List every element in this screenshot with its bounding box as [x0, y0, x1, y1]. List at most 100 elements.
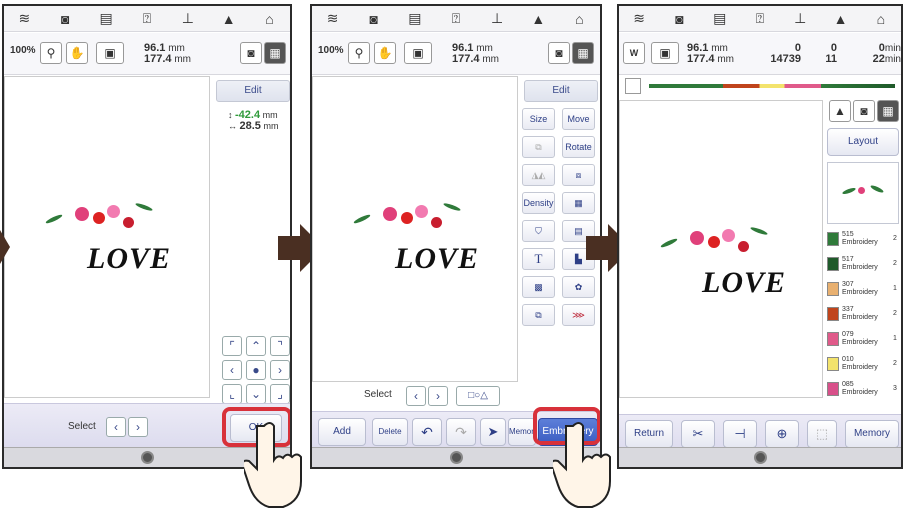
delete-button[interactable]: Delete	[372, 418, 408, 446]
thread-spool-icon[interactable]: ⊥	[178, 10, 198, 27]
undo-icon[interactable]: ↶	[412, 418, 442, 446]
thread-list-item[interactable]: 515 Embroidery 2	[827, 230, 897, 250]
thread-list-item[interactable]: 307 Embroidery 1	[827, 280, 897, 300]
document-icon[interactable]: ▤	[405, 10, 425, 27]
embroidery-canvas[interactable]: LOVE	[312, 76, 518, 382]
thread-label: 517 Embroidery	[842, 256, 878, 272]
lock-icon[interactable]: ▲	[831, 11, 851, 27]
pointer-icon[interactable]: ➤	[480, 418, 506, 446]
wireless-transfer-icon[interactable]: W	[623, 42, 645, 64]
size-button[interactable]: Size	[522, 108, 555, 130]
start-stop-icon	[141, 451, 154, 464]
trial-icon[interactable]: ⬚	[807, 420, 837, 448]
thread-code: 010	[842, 356, 854, 363]
select-prev-button[interactable]: ‹	[406, 386, 426, 406]
move-down-button[interactable]: ⌄	[246, 384, 266, 404]
thread-list-item[interactable]: 079 Embroidery 1	[827, 330, 897, 350]
hoop-icon[interactable]: ▣	[651, 42, 679, 64]
wifi-icon[interactable]: ≋	[629, 10, 649, 27]
document-icon[interactable]: ▤	[710, 10, 730, 27]
layout-button[interactable]: Layout	[827, 128, 899, 156]
wifi-icon[interactable]: ≋	[14, 10, 34, 27]
lock-icon[interactable]: ▲	[528, 11, 548, 27]
thread-cut-icon[interactable]	[625, 78, 641, 94]
move-center-button[interactable]: ●	[246, 360, 266, 380]
lock-icon[interactable]: ▲	[219, 11, 239, 27]
scan-icon[interactable]: ▦	[572, 42, 594, 64]
scissors-icon[interactable]: ✂	[681, 420, 715, 448]
home-icon[interactable]: ⌂	[569, 11, 589, 27]
magnifier-icon[interactable]: ⚲	[348, 42, 370, 64]
mirror-icon[interactable]: ◮◭	[522, 164, 555, 186]
array-icon[interactable]: ▦	[562, 192, 595, 214]
move-button[interactable]: Move	[562, 108, 595, 130]
select-next-button[interactable]: ›	[128, 417, 148, 437]
footer-bar	[619, 447, 901, 467]
home-icon[interactable]: ⌂	[259, 11, 279, 27]
move-up-left-button[interactable]: ⌜	[222, 336, 242, 356]
embroidery-canvas[interactable]: LOVE	[4, 76, 210, 398]
zoom-level[interactable]: 100%	[318, 45, 344, 56]
scan-icon[interactable]: ▦	[264, 42, 286, 64]
camera-icon[interactable]: ◙	[364, 11, 384, 27]
home-icon[interactable]: ⌂	[871, 11, 891, 27]
thread-list-item[interactable]: 517 Embroidery 2	[827, 255, 897, 275]
move-down-left-button[interactable]: ⌞	[222, 384, 242, 404]
move-right-button[interactable]: ›	[270, 360, 290, 380]
zoom-level[interactable]: 100%	[10, 45, 36, 56]
help-icon[interactable]: ⍰	[137, 10, 157, 27]
camera-icon[interactable]: ◙	[548, 42, 570, 64]
document-icon[interactable]: ▤	[96, 10, 116, 27]
tension-icon[interactable]: ⊣	[723, 420, 757, 448]
group-icon[interactable]: ⧉	[522, 136, 555, 158]
help-icon[interactable]: ⍰	[446, 10, 466, 27]
memory-button[interactable]: Memory	[508, 418, 536, 446]
hand-pan-icon[interactable]: ✋	[374, 42, 396, 64]
move-left-button[interactable]: ‹	[222, 360, 242, 380]
magnifier-icon[interactable]: ⚲	[40, 42, 62, 64]
applique-icon[interactable]: ⛉	[522, 220, 555, 242]
wifi-icon[interactable]: ≋	[323, 10, 343, 27]
move-down-right-button[interactable]: ⌟	[270, 384, 290, 404]
border-icon[interactable]: ⧈	[562, 164, 595, 186]
camera-icon[interactable]: ◙	[240, 42, 262, 64]
thread-spool-icon[interactable]: ⊥	[790, 10, 810, 27]
camera-icon[interactable]: ◙	[669, 11, 689, 27]
add-button[interactable]: Add	[318, 418, 366, 446]
rotate-button[interactable]: Rotate	[562, 136, 595, 158]
embroidery-canvas[interactable]: LOVE	[619, 100, 823, 398]
camera-icon[interactable]: ◙	[853, 100, 875, 122]
flower-motif	[401, 212, 413, 224]
order-icon[interactable]: ⧉	[522, 304, 555, 326]
thread-list-item[interactable]: 085 Embroidery 3	[827, 380, 897, 400]
camera-icon[interactable]: ◙	[55, 11, 75, 27]
thread-name: Embroidery	[842, 389, 878, 396]
select-next-button[interactable]: ›	[428, 386, 448, 406]
hoop-icon[interactable]: ▣	[96, 42, 124, 64]
select-prev-button[interactable]: ‹	[106, 417, 126, 437]
help-icon[interactable]: ⍰	[750, 10, 770, 27]
time-unit: min	[884, 43, 901, 54]
thread-list-item[interactable]: 337 Embroidery 2	[827, 305, 897, 325]
stitch-icon[interactable]: ⋙	[562, 304, 595, 326]
memory-button[interactable]: Memory	[845, 420, 899, 448]
needle-position-icon[interactable]: ⊕	[765, 420, 799, 448]
return-button[interactable]: Return	[625, 420, 673, 448]
select-shapes-icon[interactable]: □○△	[456, 386, 500, 406]
move-up-right-button[interactable]: ⌝	[270, 336, 290, 356]
hand-pan-icon[interactable]: ✋	[66, 42, 88, 64]
thread-count: 2	[893, 260, 897, 267]
flower-motif	[123, 217, 134, 228]
move-up-button[interactable]: ⌃	[246, 336, 266, 356]
scroll-up-icon[interactable]: ▲	[829, 100, 851, 122]
text-edit-button[interactable]: T	[522, 248, 555, 270]
thread-code: 515	[842, 231, 854, 238]
thread-spool-icon[interactable]: ⊥	[487, 10, 507, 27]
stamp-icon[interactable]: ✿	[562, 276, 595, 298]
scan-icon[interactable]: ▦	[877, 100, 899, 122]
hoop-icon[interactable]: ▣	[404, 42, 432, 64]
redo-icon[interactable]: ↷	[446, 418, 476, 446]
fill-pattern-icon[interactable]: ▩	[522, 276, 555, 298]
density-button[interactable]: Density	[522, 192, 555, 214]
thread-list-item[interactable]: 010 Embroidery 2	[827, 355, 897, 375]
